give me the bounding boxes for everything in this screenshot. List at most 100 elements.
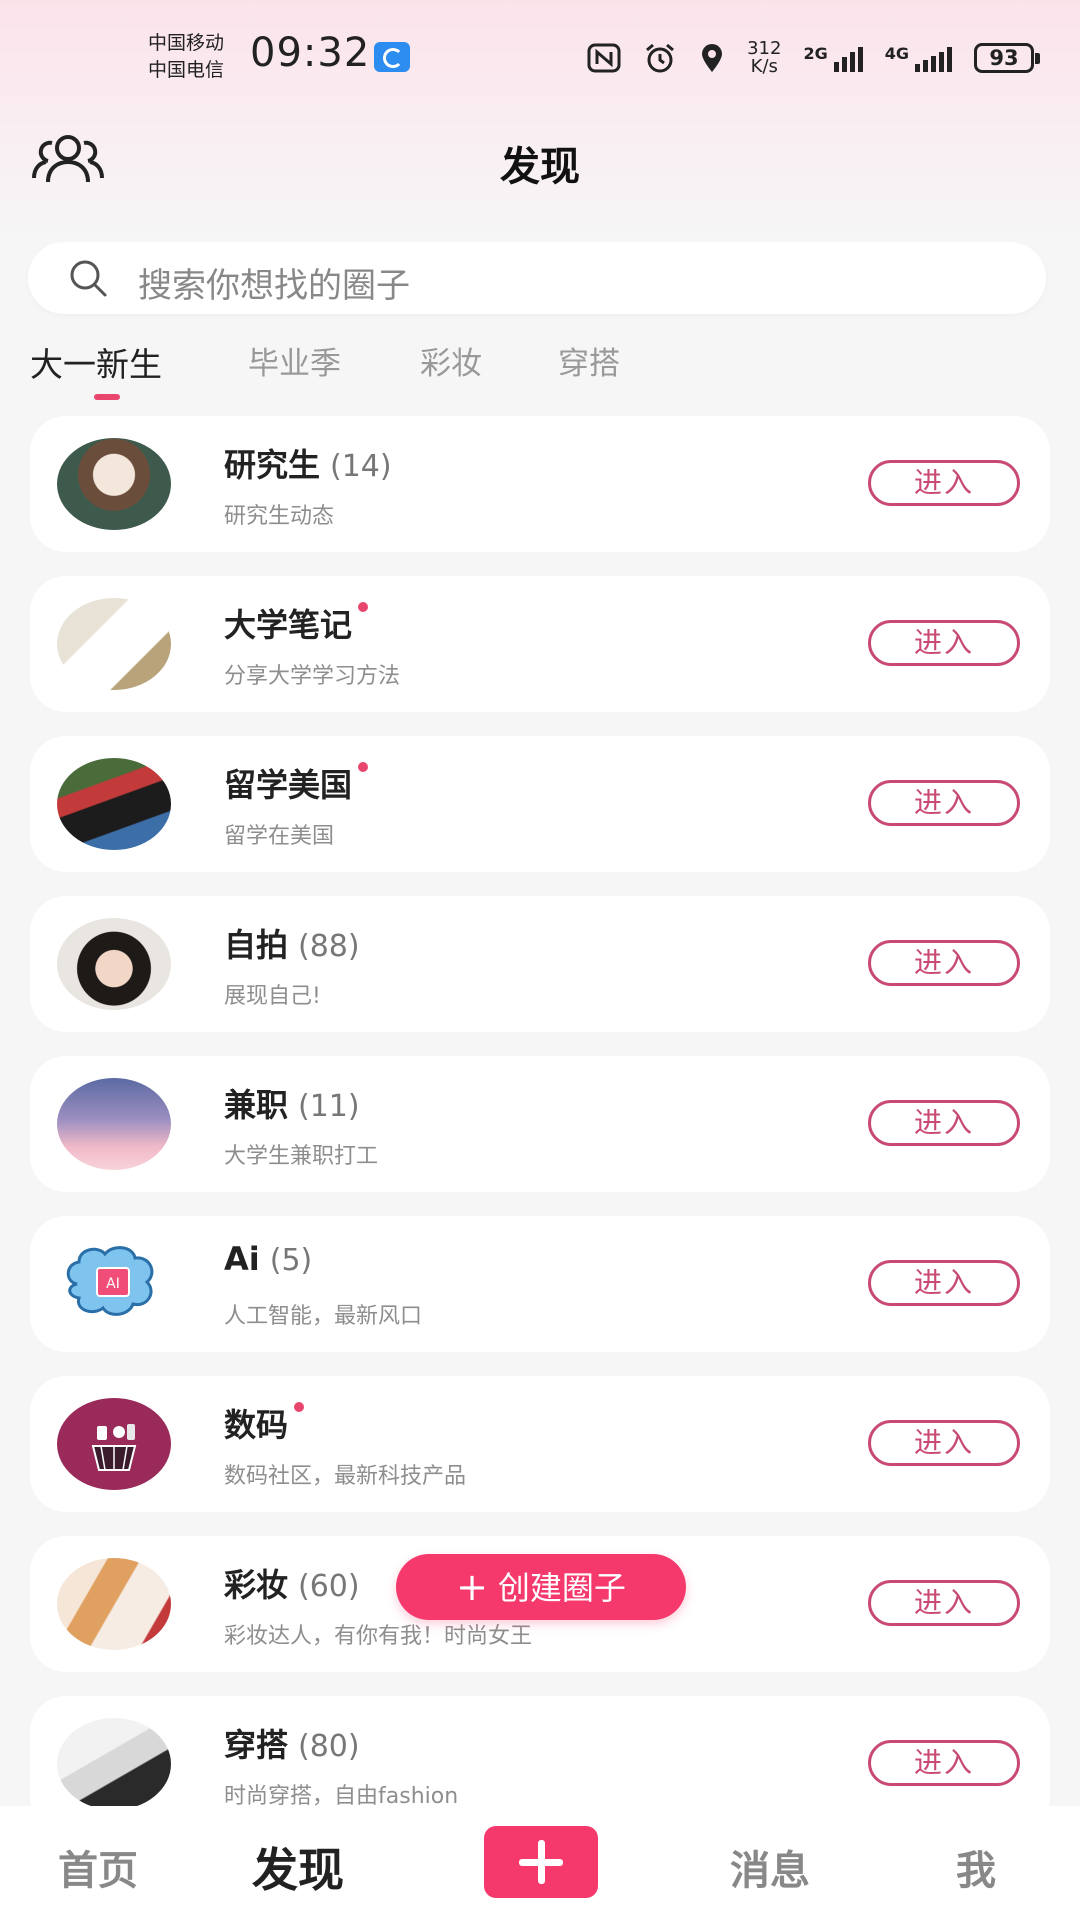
circle-description: 大学生兼职打工 <box>224 1144 379 1169</box>
nav-me[interactable]: 我 <box>956 1838 996 1896</box>
list-item[interactable]: 数码 数码社区，最新科技产品 进入 <box>30 1376 1050 1512</box>
nav-discover[interactable]: 发现 <box>252 1834 344 1900</box>
circle-title: 研究生 (14) <box>224 440 392 486</box>
circle-name: 大学笔记 <box>224 606 353 644</box>
circle-count: (14) <box>330 449 392 484</box>
enter-button[interactable]: 进入 <box>868 1260 1020 1306</box>
nav-add-icon[interactable] <box>484 1826 598 1898</box>
carrier-names: 中国移动 中国电信 <box>148 30 224 84</box>
circle-title: 兼职 (11) <box>224 1080 360 1126</box>
circle-avatar <box>57 1078 171 1170</box>
circle-name: Ai <box>224 1240 260 1278</box>
location-icon <box>699 42 725 74</box>
enter-button[interactable]: 进入 <box>868 620 1020 666</box>
nfc-icon <box>587 43 621 73</box>
circle-avatar <box>57 918 171 1010</box>
unread-dot <box>358 762 369 772</box>
circle-count: (11) <box>298 1089 360 1124</box>
circle-name: 数码 <box>224 1406 289 1444</box>
circle-description: 分享大学学习方法 <box>224 664 401 689</box>
circle-name: 穿搭 <box>224 1726 289 1764</box>
circle-description: 留学在美国 <box>224 824 335 849</box>
tab-graduation[interactable]: 毕业季 <box>248 338 341 383</box>
tab-makeup[interactable]: 彩妆 <box>420 338 482 383</box>
enter-button[interactable]: 进入 <box>868 1740 1020 1786</box>
circle-avatar <box>57 438 171 530</box>
signal-2: 4G <box>885 44 952 72</box>
circle-description: 人工智能，最新风口 <box>224 1304 423 1329</box>
list-item[interactable]: AI Ai (5) 人工智能，最新风口 进入 <box>30 1216 1050 1352</box>
search-input[interactable]: 搜索你想找的圈子 <box>28 242 1046 314</box>
signal-2-type: 4G <box>884 44 909 63</box>
unread-dot <box>294 1402 305 1412</box>
bottom-nav: 首页 发现 消息 我 <box>0 1806 1080 1920</box>
circle-avatar <box>57 598 171 690</box>
search-icon <box>68 258 108 298</box>
signal-1: 2G <box>803 44 863 72</box>
page-header: 发现 <box>0 120 1080 200</box>
create-circle-button[interactable]: + 创建圈子 <box>396 1554 686 1620</box>
list-item[interactable]: 自拍 (88) 展现自己! 进入 <box>30 896 1050 1032</box>
signal-1-type: 2G <box>803 44 828 63</box>
list-item[interactable]: 大学笔记 分享大学学习方法 进入 <box>30 576 1050 712</box>
enter-button[interactable]: 进入 <box>868 1100 1020 1146</box>
list-item[interactable]: 兼职 (11) 大学生兼职打工 进入 <box>30 1056 1050 1192</box>
circle-title: 彩妆 (60) <box>224 1560 360 1606</box>
circle-name: 兼职 <box>224 1086 289 1124</box>
carrier-2: 中国电信 <box>148 59 225 81</box>
status-right-group: 312 K/s 2G 4G 93 <box>587 38 1040 78</box>
circle-title: 大学笔记 <box>224 600 369 646</box>
net-speed-unit: K/s <box>750 56 778 77</box>
circle-description: 展现自己! <box>224 984 321 1009</box>
status-clock: 09:32 <box>250 30 371 76</box>
digital-basket-icon <box>57 1398 171 1490</box>
active-tab-indicator <box>94 394 120 400</box>
circle-name: 留学美国 <box>224 766 353 804</box>
circle-description: 数码社区，最新科技产品 <box>224 1464 467 1489</box>
plus-icon: + <box>456 1565 488 1609</box>
enter-button[interactable]: 进入 <box>868 460 1020 506</box>
circle-avatar <box>57 758 171 850</box>
circle-count: (80) <box>298 1729 360 1764</box>
nav-home[interactable]: 首页 <box>58 1838 138 1896</box>
list-item[interactable]: 留学美国 留学在美国 进入 <box>30 736 1050 872</box>
circle-avatar <box>57 1718 171 1810</box>
circle-count: (5) <box>269 1243 313 1278</box>
circle-description: 彩妆达人，有你有我！时尚女王 <box>224 1624 533 1649</box>
circle-name: 研究生 <box>224 446 321 484</box>
circle-title: Ai (5) <box>224 1240 312 1278</box>
net-speed: 312 K/s <box>747 40 781 76</box>
enter-button[interactable]: 进入 <box>868 1420 1020 1466</box>
enter-button[interactable]: 进入 <box>868 780 1020 826</box>
signal-icon <box>915 44 952 72</box>
battery-icon: 93 <box>974 43 1040 73</box>
circle-avatar <box>57 1558 171 1650</box>
carrier-1: 中国移动 <box>148 32 225 54</box>
svg-text:AI: AI <box>106 1276 120 1292</box>
search-placeholder: 搜索你想找的圈子 <box>138 266 410 306</box>
status-bar: 中国移动 中国电信 09:32 312 K/s 2G 4G 93 <box>0 0 1080 110</box>
circle-title: 穿搭 (80) <box>224 1720 360 1766</box>
circle-title: 自拍 (88) <box>224 920 360 966</box>
category-tabs: 大一新生 毕业季 彩妆 穿搭 <box>30 338 1050 408</box>
signal-icon <box>833 44 863 72</box>
tab-outfit[interactable]: 穿搭 <box>558 338 620 383</box>
create-circle-label: 创建圈子 <box>497 1569 626 1607</box>
circle-name: 彩妆 <box>224 1566 289 1604</box>
nav-messages[interactable]: 消息 <box>730 1838 810 1896</box>
circle-description: 研究生动态 <box>224 504 335 529</box>
circle-count: (88) <box>298 929 360 964</box>
page-title: 发现 <box>500 144 580 190</box>
circle-title: 留学美国 <box>224 760 369 806</box>
enter-button[interactable]: 进入 <box>868 1580 1020 1626</box>
alarm-icon <box>643 42 677 74</box>
circle-count: (60) <box>298 1569 360 1604</box>
unread-dot <box>358 602 369 612</box>
list-item[interactable]: 研究生 (14) 研究生动态 进入 <box>30 416 1050 552</box>
ai-brain-icon: AI <box>57 1238 171 1330</box>
circle-title: 数码 <box>224 1400 305 1446</box>
enter-button[interactable]: 进入 <box>868 940 1020 986</box>
hd-call-icon <box>374 42 410 72</box>
tab-freshman[interactable]: 大一新生 <box>30 338 162 386</box>
circle-name: 自拍 <box>224 926 289 964</box>
